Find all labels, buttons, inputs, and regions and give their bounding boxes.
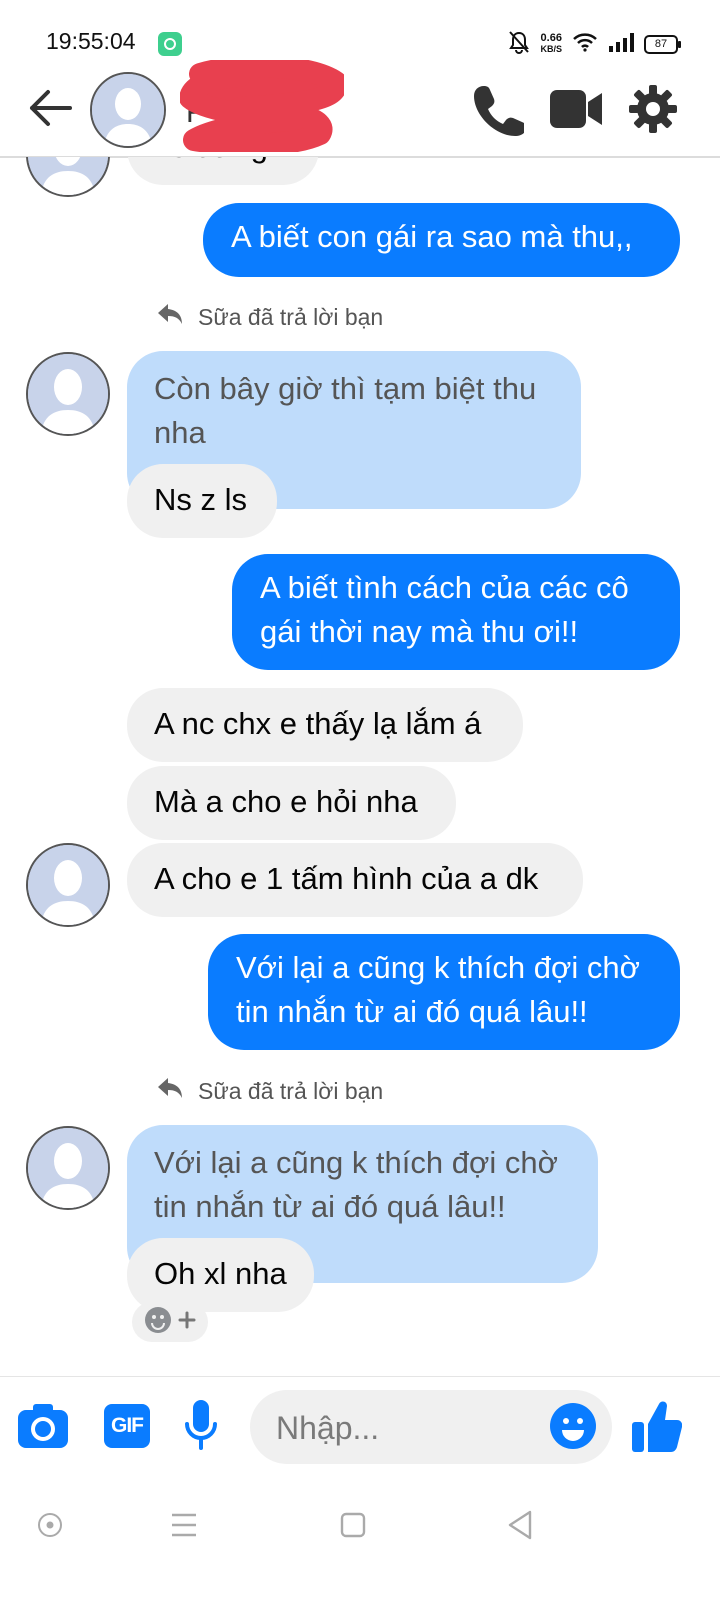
emoji-icon[interactable] xyxy=(550,1403,596,1454)
outgoing-message[interactable]: Với lại a cũng k thích đợi chờ tin nhắn … xyxy=(208,934,680,1050)
status-icons: 0.66 KB/S 87 xyxy=(508,30,681,59)
gif-icon[interactable]: GIF xyxy=(104,1404,150,1448)
sender-avatar xyxy=(26,843,110,927)
outgoing-message[interactable]: A biết tình cách của các cô gái thời nay… xyxy=(232,554,680,670)
thumbs-up-icon[interactable] xyxy=(632,1400,683,1457)
reply-label-text: Sữa đã trả lời bạn xyxy=(198,1077,384,1104)
sender-avatar xyxy=(26,157,110,197)
outgoing-message[interactable]: A biết con gái ra sao mà thu,, xyxy=(203,203,680,277)
video-camera-icon[interactable] xyxy=(550,88,604,135)
add-reaction-button[interactable] xyxy=(132,1302,208,1342)
phone-icon[interactable] xyxy=(474,84,526,141)
sender-avatar xyxy=(26,1126,110,1210)
emoji-icon xyxy=(144,1306,172,1339)
back-arrow-icon[interactable] xyxy=(28,88,72,133)
gear-icon[interactable] xyxy=(628,84,678,139)
home-circle-icon[interactable] xyxy=(36,1511,64,1544)
wifi-icon xyxy=(572,32,598,57)
status-time: 19:55:04 xyxy=(46,28,136,54)
incoming-message[interactable]: A nc chx e thấy lạ lắm á xyxy=(127,688,523,762)
signal-icon xyxy=(608,32,634,57)
incoming-message[interactable]: Oh xl nha xyxy=(127,1238,314,1312)
square-icon[interactable] xyxy=(340,1511,366,1544)
incoming-message[interactable]: Ls dừng xyxy=(127,157,319,185)
plus-icon xyxy=(178,1311,196,1334)
net-speed: 0.66 KB/S xyxy=(540,33,562,55)
message-input[interactable] xyxy=(274,1400,538,1456)
net-speed-unit: KB/S xyxy=(540,44,562,54)
reply-label-text: Sữa đã trả lời bạn xyxy=(198,303,384,330)
reply-icon xyxy=(156,1076,184,1106)
battery-indicator: 87 xyxy=(644,34,681,54)
incoming-message[interactable]: A cho e 1 tấm hình của a dk xyxy=(127,843,583,917)
name-redaction-scribble xyxy=(179,55,348,156)
menu-icon[interactable] xyxy=(170,1512,198,1543)
microphone-icon[interactable] xyxy=(184,1400,218,1457)
incoming-message[interactable]: Ns z ls xyxy=(127,464,277,538)
camera-icon[interactable] xyxy=(18,1402,68,1453)
system-nav-bar xyxy=(0,1490,720,1600)
back-triangle-icon[interactable] xyxy=(506,1509,534,1546)
sender-avatar xyxy=(26,352,110,436)
reply-icon xyxy=(156,302,184,332)
mute-bell-icon xyxy=(508,30,530,59)
reply-label: Sữa đã trả lời bạn xyxy=(156,1076,383,1106)
message-clip-top: Ls dừng xyxy=(0,157,720,197)
app-notification-icon xyxy=(158,32,182,56)
contact-avatar[interactable] xyxy=(90,72,166,148)
net-speed-value: 0.66 xyxy=(540,32,562,44)
reply-label: Sữa đã trả lời bạn xyxy=(156,302,383,332)
incoming-message[interactable]: Mà a cho e hỏi nha xyxy=(127,766,456,840)
